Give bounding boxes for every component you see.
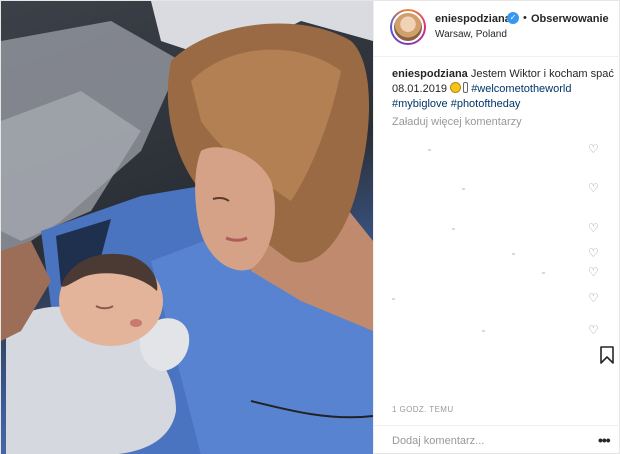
hashtag-welcometotheworld[interactable]: #welcometotheworld <box>471 83 571 95</box>
location-link[interactable]: Warsaw, Poland <box>435 29 507 40</box>
comment-text <box>392 298 395 300</box>
comment-text <box>462 188 465 190</box>
comment-text <box>428 149 431 151</box>
follow-button[interactable]: Obserwowanie <box>531 13 609 25</box>
post-photo[interactable] <box>1 1 373 454</box>
comment-row: ♡ <box>392 324 614 338</box>
baby-bottle-icon <box>463 82 469 93</box>
post-header: eniespodziana ✓ • Obserwowanie Warsaw, P… <box>374 1 620 57</box>
comment-row: ♡ <box>392 222 614 236</box>
caption-username[interactable]: eniespodziana <box>392 68 468 80</box>
sleepy-emoji-icon <box>450 82 462 93</box>
heart-icon[interactable]: ♡ <box>588 324 600 336</box>
add-comment-bar: ••• <box>374 425 620 454</box>
profile-username[interactable]: eniespodziana <box>435 13 511 25</box>
post-caption: eniespodziana Jestem Wiktor i kocham spa… <box>392 67 614 112</box>
heart-icon[interactable]: ♡ <box>588 222 600 234</box>
bookmark-icon[interactable] <box>600 346 614 364</box>
hashtag-photoftheday[interactable]: #photoftheday <box>451 98 521 110</box>
post-timestamp: 1 GODZ. TEMU <box>392 405 454 414</box>
avatar-image <box>392 11 424 43</box>
more-options-icon[interactable]: ••• <box>598 432 611 448</box>
comment-row: ♡ <box>392 143 614 157</box>
heart-icon[interactable]: ♡ <box>588 292 600 304</box>
comment-row: ♡ <box>392 247 614 261</box>
comment-text <box>542 272 545 274</box>
post-details-panel: eniespodziana ✓ • Obserwowanie Warsaw, P… <box>373 1 620 454</box>
heart-icon[interactable]: ♡ <box>588 182 600 194</box>
comment-text <box>512 253 515 255</box>
comment-text <box>482 330 485 332</box>
heart-icon[interactable]: ♡ <box>588 143 600 155</box>
photo-illustration <box>1 1 373 454</box>
hashtag-mybiglove[interactable]: #mybiglove <box>392 98 448 110</box>
heart-icon[interactable]: ♡ <box>588 266 600 278</box>
heart-icon[interactable]: ♡ <box>588 247 600 259</box>
add-comment-input[interactable] <box>392 432 582 450</box>
instagram-post: eniespodziana ✓ • Obserwowanie Warsaw, P… <box>0 0 620 454</box>
comment-row: ♡ <box>392 292 614 306</box>
profile-avatar[interactable] <box>390 9 426 45</box>
comment-text <box>452 228 455 230</box>
verified-badge-icon: ✓ <box>507 12 519 24</box>
comment-row: ♡ <box>392 182 614 196</box>
separator-dot: • <box>523 12 527 24</box>
comment-row: ♡ <box>392 266 614 280</box>
load-more-comments-button[interactable]: Załaduj więcej komentarzy <box>392 116 522 128</box>
